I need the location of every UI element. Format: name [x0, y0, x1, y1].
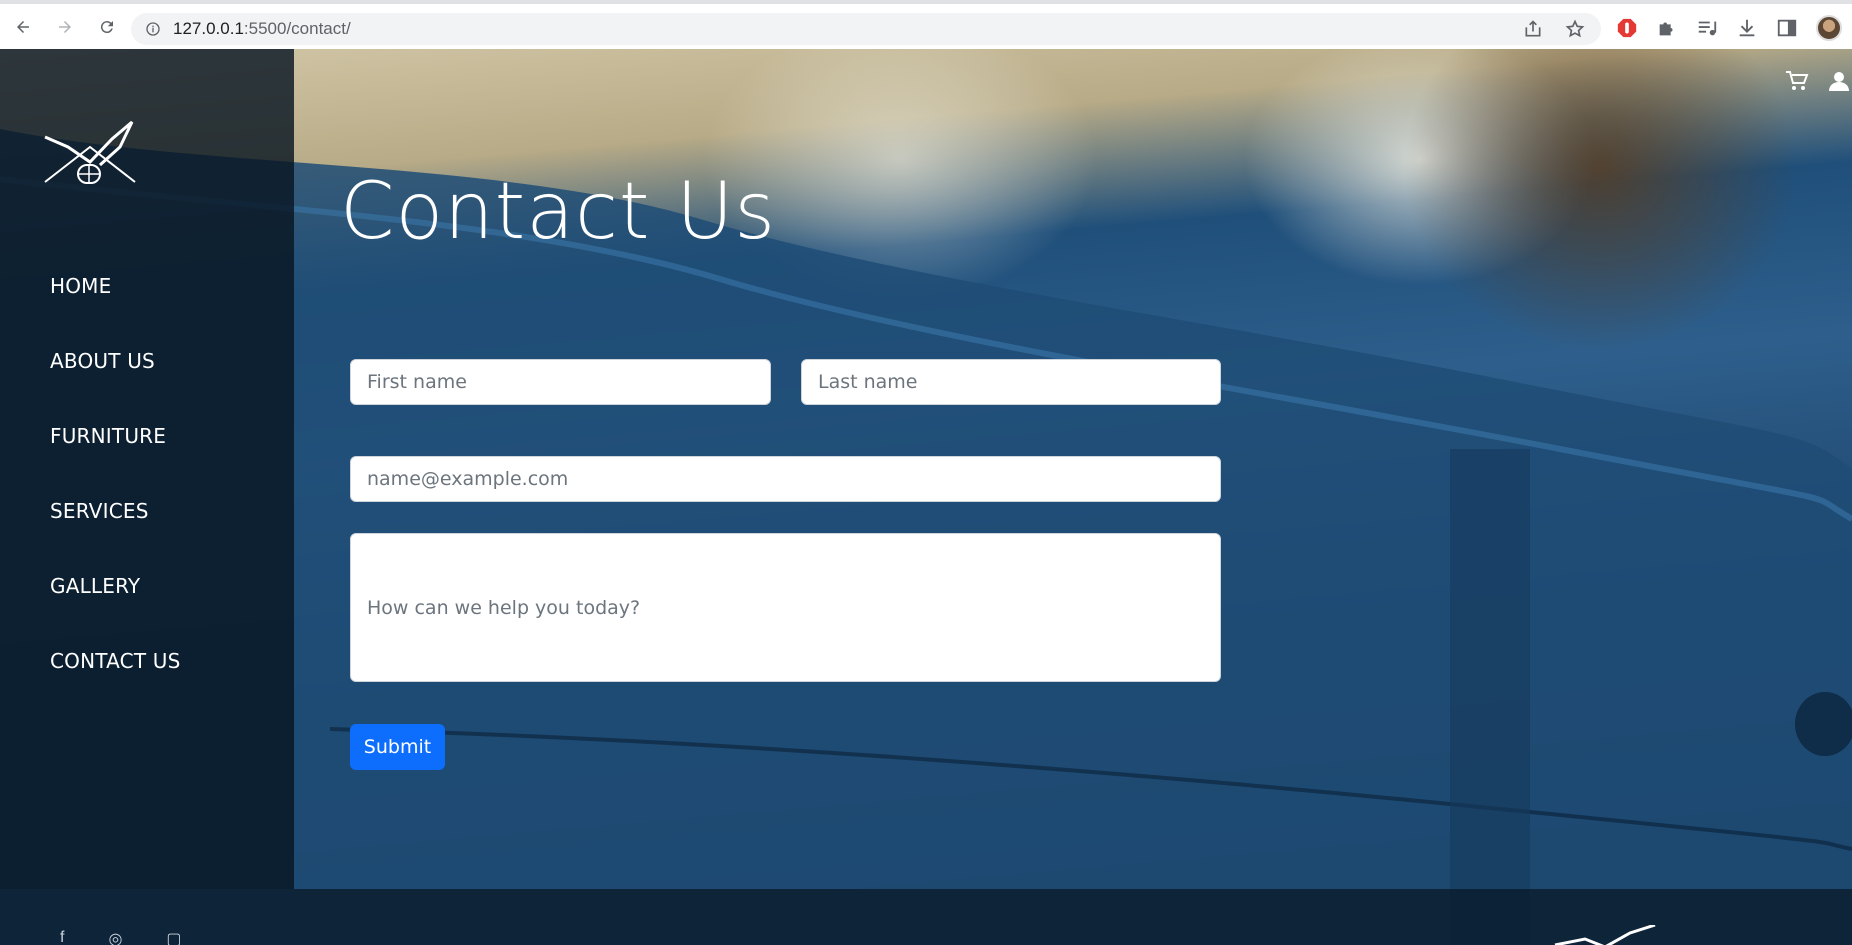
forward-icon[interactable]	[50, 12, 80, 42]
footer-logo	[1554, 925, 1656, 945]
nav-about-us[interactable]: ABOUT US	[50, 349, 155, 373]
nav-contact-us[interactable]: CONTACT US	[50, 649, 181, 673]
nav-home[interactable]: HOME	[50, 274, 111, 298]
nav-services[interactable]: SERVICES	[50, 499, 149, 523]
message-textarea[interactable]: How can we help you today?	[350, 533, 1221, 682]
stop-extension-icon[interactable]	[1616, 17, 1638, 39]
user-icon[interactable]	[1826, 69, 1852, 93]
url-text: 127.0.0.1:5500/contact/	[173, 19, 351, 38]
pinterest-icon[interactable]: ◎	[108, 929, 122, 945]
side-panel-icon[interactable]	[1776, 17, 1798, 39]
puzzle-icon[interactable]	[1656, 17, 1678, 39]
page-background: HOME ABOUT US FURNITURE SERVICES GALLERY…	[0, 49, 1852, 945]
back-icon[interactable]	[8, 12, 38, 42]
nav-gallery[interactable]: GALLERY	[50, 574, 140, 598]
footer: f ◎ ▢	[0, 889, 1852, 945]
email-input[interactable]: name@example.com	[350, 456, 1221, 502]
last-name-input[interactable]: Last name	[801, 359, 1221, 405]
reload-icon[interactable]	[92, 12, 122, 42]
profile-avatar[interactable]	[1816, 15, 1842, 41]
sidebar: HOME ABOUT US FURNITURE SERVICES GALLERY…	[0, 49, 294, 889]
nav-furniture[interactable]: FURNITURE	[50, 424, 166, 448]
reading-list-icon[interactable]	[1696, 17, 1718, 39]
instagram-icon[interactable]: ▢	[166, 929, 181, 945]
address-bar[interactable]: 127.0.0.1:5500/contact/	[131, 13, 1601, 45]
download-icon[interactable]	[1736, 17, 1758, 39]
last-name-placeholder: Last name	[818, 371, 918, 393]
first-name-input[interactable]: First name	[350, 359, 771, 405]
share-icon[interactable]	[1523, 19, 1543, 39]
facebook-icon[interactable]: f	[60, 929, 64, 945]
main-nav: HOME ABOUT US FURNITURE SERVICES GALLERY…	[50, 274, 181, 724]
first-name-placeholder: First name	[367, 371, 467, 393]
email-placeholder: name@example.com	[367, 468, 569, 490]
message-placeholder: How can we help you today?	[367, 596, 641, 619]
browser-toolbar: 127.0.0.1:5500/contact/	[0, 0, 1852, 49]
star-icon[interactable]	[1565, 19, 1585, 39]
info-icon[interactable]	[145, 21, 161, 37]
cart-icon[interactable]	[1784, 69, 1810, 93]
submit-button[interactable]: Submit	[350, 724, 445, 770]
page-title: Contact Us	[340, 167, 776, 257]
brand-logo[interactable]	[40, 117, 140, 197]
